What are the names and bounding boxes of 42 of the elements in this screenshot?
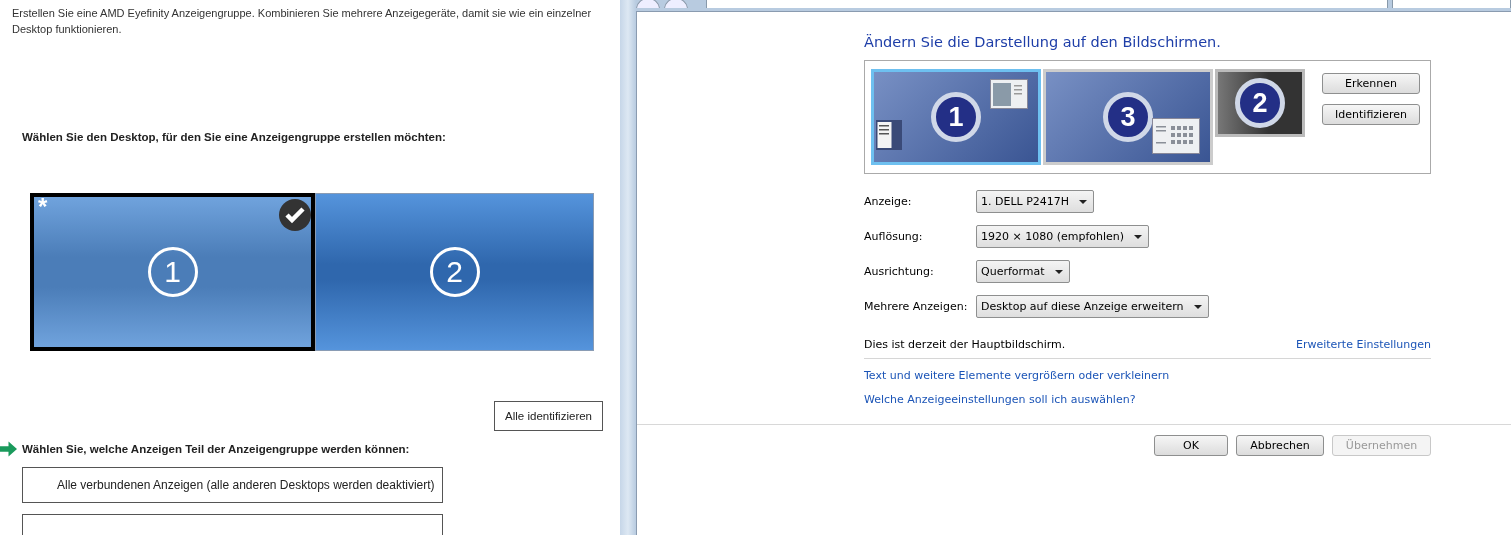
help-link[interactable]: Text und weitere Elemente vergrößern oder verkleinern <box>864 369 1170 382</box>
dropdown[interactable]: 1920 × 1080 (empfohlen) <box>976 225 1150 248</box>
dialog-button[interactable]: Abbrechen <box>1236 435 1324 456</box>
dialog-button[interactable]: Erkennen <box>1322 73 1420 94</box>
monitor-tile[interactable]: 2 <box>1215 69 1305 137</box>
desktop-tile[interactable]: * 1 <box>30 193 315 351</box>
status-text: Dies ist derzeit der Hauptbildschirm. <box>864 338 1066 351</box>
displays-heading: Wählen Sie, welche Anzeigen Teil der Anzeigengruppe werden können: <box>22 443 410 455</box>
page-title: Ändern Sie die Darstellung auf den Bildschirmen. <box>864 34 1222 50</box>
monitor-tile[interactable]: 3 <box>1043 69 1213 165</box>
dropdown[interactable]: Querformat <box>976 260 1070 283</box>
monitor-number: 3 <box>1103 92 1153 142</box>
identify-all-button[interactable]: Alle identifizieren <box>494 401 603 431</box>
field-label: Ausrichtung: <box>864 265 935 278</box>
dialog-button[interactable]: OK <box>1154 435 1228 456</box>
desktop-number: 2 <box>429 247 480 297</box>
caret-icon <box>1079 199 1088 204</box>
desktop-heading: Wählen Sie den Desktop, für den Sie eine Anzeigengruppe erstellen möchten: <box>22 131 447 143</box>
dropdown[interactable]: 1. DELL P2417H <box>976 190 1095 213</box>
desktop-tile[interactable]: 2 <box>315 193 594 351</box>
primary-marker: * <box>38 195 48 219</box>
monitor-number: 1 <box>931 92 981 142</box>
field-label: Anzeige: <box>864 195 913 208</box>
display-option[interactable]: Alle verbundenen Anzeigen (alle anderen Desktops werden deaktiviert) <box>22 467 443 503</box>
intro-text: Erstellen Sie eine AMD Eyefinity Anzeigengruppe. Kombinieren Sie mehrere Anzeigegeräte, damit sie wie ein einzelner Desktop funktionieren. <box>12 6 593 37</box>
start-menu-icon <box>876 120 902 150</box>
field-label: Auflösung: <box>864 230 924 243</box>
caret-icon <box>1134 234 1143 239</box>
arrow-icon <box>0 441 17 457</box>
advanced-settings-link[interactable]: Erweiterte Einstellungen <box>1295 338 1431 351</box>
check-icon <box>279 199 311 231</box>
desktop-number: 1 <box>147 247 198 297</box>
monitor-number: 2 <box>1235 78 1285 128</box>
dialog-button[interactable]: Identifizieren <box>1322 104 1420 125</box>
caret-icon <box>1193 304 1202 309</box>
window-icon <box>1152 118 1200 154</box>
help-link[interactable]: Welche Anzeigeeinstellungen soll ich auswählen? <box>864 393 1136 406</box>
window-icon <box>990 79 1028 109</box>
field-label: Mehrere Anzeigen: <box>864 300 969 313</box>
monitor-tile[interactable]: 1 <box>871 69 1041 165</box>
caret-icon <box>1054 269 1063 274</box>
dropdown[interactable]: Desktop auf diese Anzeige erweitern <box>976 295 1209 318</box>
